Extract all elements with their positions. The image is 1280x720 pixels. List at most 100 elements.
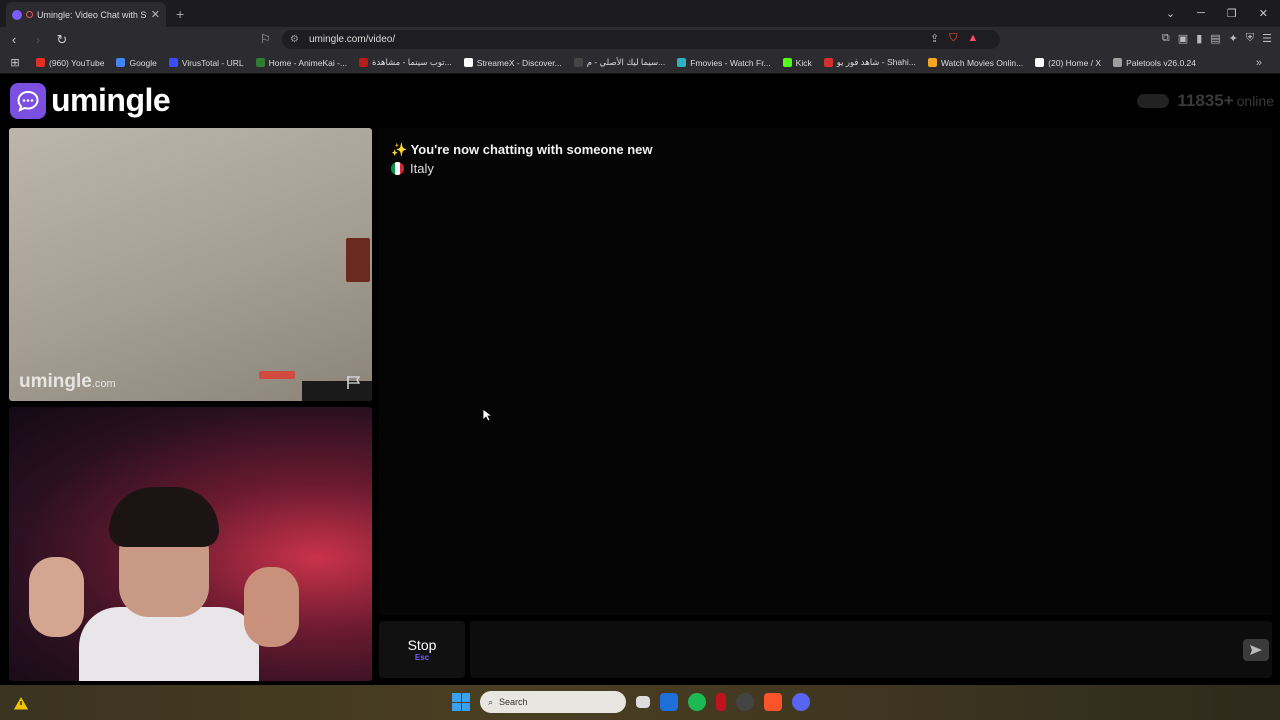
new-tab-button[interactable]: +: [176, 6, 184, 22]
bookmark-favicon-icon: [782, 58, 792, 67]
bookmark-favicon-icon: [1035, 58, 1045, 67]
task-view-icon[interactable]: [636, 696, 650, 708]
reload-button[interactable]: ↻: [52, 32, 72, 48]
bookmark-item[interactable]: Fmovies - Watch Fr...: [677, 57, 771, 68]
bookmark-favicon-icon: [359, 58, 369, 67]
bookmark-favicon-icon: [1113, 58, 1123, 67]
warning-triangle-icon[interactable]: [12, 695, 30, 711]
reader-icon[interactable]: ▤: [1210, 32, 1220, 45]
bookmark-item[interactable]: شاهد فور يو - Shahi...: [823, 57, 916, 68]
vpn-icon[interactable]: ⛨: [1246, 32, 1254, 45]
stop-shortcut: Esc: [414, 653, 430, 662]
chat-country: Italy: [391, 161, 434, 176]
message-input[interactable]: [470, 621, 1272, 678]
bookmark-item[interactable]: Paletools v26.0.24: [1113, 58, 1196, 68]
bookmark-item[interactable]: (20) Home / X: [1035, 58, 1101, 68]
window-controls: ⌄ ─ ❐ ✕: [1166, 0, 1280, 26]
site-logo[interactable]: umingle: [10, 82, 171, 119]
stop-label: Stop: [407, 637, 437, 653]
tab-umingle[interactable]: Umingle: Video Chat with Str ✕: [6, 2, 166, 27]
watermark-domain: .com: [91, 378, 116, 390]
steam-icon[interactable]: [736, 693, 754, 711]
forward-button[interactable]: ›: [28, 32, 48, 47]
taskbar-apps: ⌕ Search: [452, 691, 810, 713]
bookmark-label: Watch Movies Onlin...: [940, 57, 1024, 68]
windows-start-icon[interactable]: [452, 693, 470, 711]
bookmark-item[interactable]: (960) YouTube: [36, 58, 104, 68]
background-object: [259, 371, 295, 379]
bookmark-favicon-icon: [168, 58, 178, 67]
video-watermark: umingle.com: [19, 371, 116, 393]
leo-ai-icon[interactable]: ✦: [1229, 32, 1238, 45]
extensions-icon[interactable]: ⧉: [1162, 32, 1170, 45]
bookmark-item[interactable]: Kick: [782, 58, 812, 68]
bookmark-label: Home - AnimeKai -...: [268, 57, 348, 68]
bookmark-label: Paletools v26.0.24: [1126, 57, 1197, 68]
online-indicator: 11835+ online: [1137, 91, 1274, 111]
menu-icon[interactable]: ☰: [1262, 32, 1272, 45]
restore-button[interactable]: ❐: [1227, 7, 1237, 20]
umingle-favicon-icon: [12, 9, 22, 20]
taskbar-search-label: Search: [499, 697, 528, 707]
close-window-button[interactable]: ✕: [1259, 7, 1268, 20]
wallet-icon[interactable]: ▣: [1178, 32, 1188, 45]
address-bar-icons: ⇪ ⛉ ▲: [930, 32, 978, 45]
online-count: 11835+: [1177, 91, 1234, 110]
send-icon: [1250, 645, 1262, 655]
bookmark-item[interactable]: StreameX - Discover...: [463, 58, 562, 68]
bookmark-label: شاهد فور يو - Shahi...: [836, 57, 916, 67]
online-toggle[interactable]: [1137, 94, 1170, 108]
bookmark-item[interactable]: Home - AnimeKai -...: [255, 57, 348, 68]
bookmark-label: VirusTotal - URL: [181, 57, 244, 68]
site-info-icon[interactable]: ⚙: [290, 34, 299, 45]
bookmark-list: (960) YouTube Google VirusTotal - URL Home …: [36, 57, 1208, 68]
bookmarks-bar: ⊞ (960) YouTube Google VirusTotal - URL Hom…: [0, 52, 1280, 74]
file-explorer-icon[interactable]: [660, 693, 678, 711]
bookmark-favicon-icon: [677, 58, 687, 67]
bookmark-item[interactable]: Google: [116, 57, 157, 68]
self-video-shirt: [79, 607, 259, 681]
brave-rewards-icon[interactable]: ▲: [967, 32, 978, 45]
bookmark-favicon-icon: [36, 58, 45, 67]
report-flag-icon[interactable]: [346, 375, 362, 389]
tab-search-chevron-icon[interactable]: ⌄: [1166, 7, 1175, 20]
send-button[interactable]: [1243, 639, 1269, 661]
bookmark-item[interactable]: Watch Movies Onlin...: [927, 57, 1024, 68]
wall-poster: [346, 238, 370, 282]
app-red-icon[interactable]: [716, 693, 726, 711]
bookmark-label: Google: [129, 57, 157, 68]
bookmark-label: سيما ليك الأصلي - م...: [586, 57, 666, 67]
chat-status-message: ✨ You're now chatting with someone new: [391, 142, 653, 157]
url-text: umingle.com/video/: [308, 34, 396, 45]
extension-icons: ⧉ ▣ ▮ ▤ ✦ ⛨ ☰: [1162, 32, 1272, 45]
bookmark-label: Fmovies - Watch Fr...: [690, 57, 771, 68]
share-icon[interactable]: ⇪: [930, 32, 939, 45]
back-button[interactable]: ‹: [4, 32, 24, 47]
bookmark-label: توب سينما - مشاهدة...: [372, 57, 452, 67]
address-bar[interactable]: ⚙ umingle.com/video/: [282, 30, 1000, 49]
bookmark-item[interactable]: VirusTotal - URL: [168, 57, 244, 68]
brave-browser-icon[interactable]: [764, 693, 782, 711]
spotify-icon[interactable]: [688, 693, 706, 711]
brave-shields-icon[interactable]: ⛉: [949, 32, 957, 45]
discord-icon[interactable]: [792, 693, 810, 711]
bookmark-item[interactable]: سيما ليك الأصلي - م...: [573, 57, 666, 68]
more-bookmarks-icon[interactable]: »: [1256, 57, 1262, 69]
search-icon: ⌕: [488, 696, 494, 707]
apps-grid-icon[interactable]: ⊞: [0, 56, 30, 69]
bookmark-page-icon[interactable]: ⚐: [260, 32, 271, 46]
taskbar-search[interactable]: ⌕ Search: [480, 691, 626, 713]
chat-bubble-logo-icon: [10, 82, 46, 119]
stop-button[interactable]: Stop Esc: [379, 621, 465, 678]
close-tab-icon[interactable]: ✕: [151, 8, 160, 21]
browser-tab-strip: Umingle: Video Chat with Str ✕ + ⌄ ─ ❐ ✕: [0, 0, 1280, 27]
minimize-button[interactable]: ─: [1197, 7, 1205, 19]
browser-toolbar: ‹ › ↻ ⚐ ⚙ umingle.com/video/ ⇪ ⛉ ▲ ⧉ ▣ ▮…: [0, 27, 1280, 52]
online-label: online: [1236, 93, 1274, 109]
mouse-cursor-icon: [482, 408, 492, 422]
sidebar-icon[interactable]: ▮: [1196, 32, 1202, 45]
recording-indicator-icon: [26, 11, 33, 18]
chat-panel: ✨ You're now chatting with someone new I…: [379, 128, 1272, 615]
bookmark-item[interactable]: توب سينما - مشاهدة...: [359, 57, 452, 68]
italy-flag-icon: [391, 162, 404, 175]
